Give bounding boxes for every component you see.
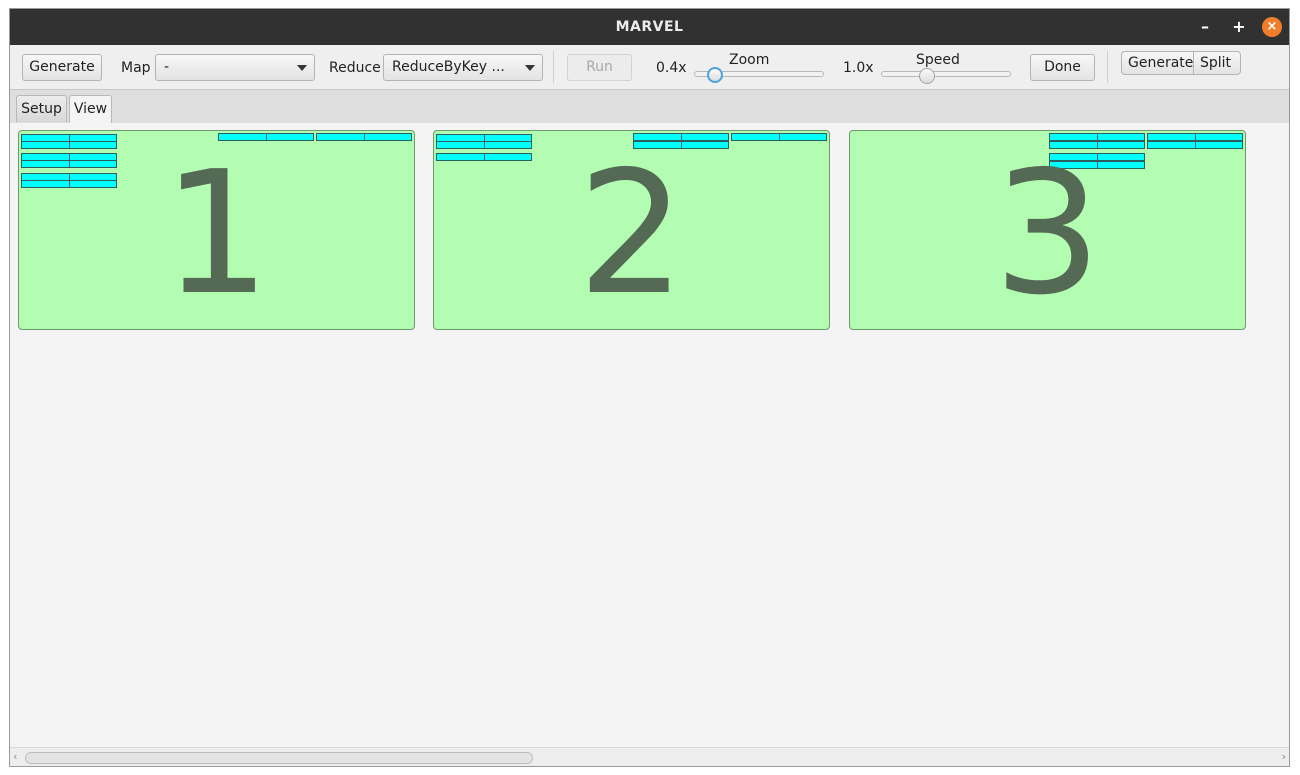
toolbar-separator [553,51,554,83]
breadcrumb-split[interactable]: Split [1193,51,1241,75]
tab-setup[interactable]: Setup [16,95,67,122]
speed-min-label: 1.0x [843,60,874,76]
speed-slider-thumb[interactable] [919,68,936,84]
tab-view[interactable]: View [69,95,112,123]
generate-button[interactable]: Generate [22,54,102,81]
scrollbar-thumb[interactable] [25,752,533,764]
map-select-value: - [164,59,170,75]
split-panel-2[interactable]: 2 [433,130,830,330]
toolbar: Generate Map - Reduce ReduceByKey ... Ru… [10,45,1289,90]
key-value-cell [436,141,532,149]
key-value-cell [1147,133,1243,141]
breadcrumb-generate[interactable]: Generate [1121,51,1194,75]
split-panel-3[interactable]: 3 [849,130,1246,330]
chevron-down-icon [525,65,535,71]
title-bar: MARVEL – + × [10,9,1289,45]
speed-label: Speed [916,52,960,68]
scroll-left-icon[interactable]: ‹ [13,750,17,763]
horizontal-scrollbar[interactable]: ‹ › [10,747,1289,766]
minimize-icon[interactable]: – [1195,9,1215,45]
split-view-area: 1 2 3 [10,123,1289,749]
key-value-cell [316,133,412,141]
key-value-cell [1147,141,1243,149]
app-window: MARVEL – + × Generate Map - Reduce Reduc… [9,8,1290,767]
split-number: 2 [577,135,686,330]
close-icon[interactable]: × [1262,17,1282,37]
tab-bar: Setup View [10,90,1289,124]
split-number: 1 [162,135,271,330]
map-select[interactable]: - [155,54,315,81]
maximize-icon[interactable]: + [1229,9,1249,45]
reduce-label: Reduce [329,60,381,76]
split-number: 3 [993,135,1102,330]
key-value-cell [731,133,827,141]
map-label: Map [121,60,151,76]
toolbar-separator [1107,51,1108,83]
done-button[interactable]: Done [1030,54,1095,81]
zoom-min-label: 0.4x [656,60,687,76]
speed-slider-track[interactable] [881,71,1011,77]
scroll-right-icon[interactable]: › [1282,750,1286,763]
zoom-label: Zoom [729,52,770,68]
chevron-down-icon [297,65,307,71]
window-title: MARVEL [615,19,684,35]
reduce-select[interactable]: ReduceByKey ... [383,54,543,81]
zoom-slider-thumb[interactable] [706,67,723,83]
key-value-cell [21,141,117,149]
run-button[interactable]: Run [567,54,632,81]
split-panel-1[interactable]: 1 [18,130,415,330]
reduce-select-value: ReduceByKey ... [392,59,505,75]
